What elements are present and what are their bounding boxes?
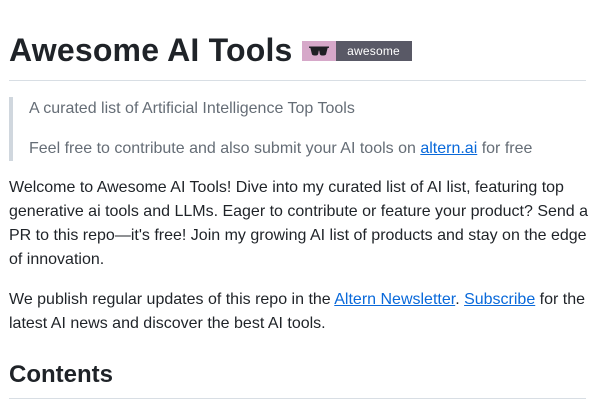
welcome-paragraph: Welcome to Awesome AI Tools! Dive into m… [9, 179, 589, 268]
subscribe-link[interactable]: Subscribe [464, 291, 535, 308]
quote-line-2-suffix: for free [477, 140, 533, 157]
quote-line-1: A curated list of Artificial Intelligenc… [29, 100, 355, 117]
intro-blockquote: A curated list of Artificial Intelligenc… [9, 97, 586, 161]
contents-divider [9, 398, 586, 399]
updates-text: We publish regular updates of this repo … [9, 291, 335, 308]
contents-heading: Contents [9, 361, 113, 388]
title-row: Awesome AI Tools awesome [9, 27, 412, 73]
altern-newsletter-link[interactable]: Altern Newsletter [334, 291, 455, 308]
awesome-badge[interactable]: awesome [301, 41, 412, 61]
badge-label: awesome [335, 41, 412, 61]
page-title: Awesome AI Tools [9, 32, 293, 68]
updates-paragraph: We publish regular updates of this repo … [9, 288, 589, 336]
sunglasses-icon [301, 41, 336, 61]
title-divider [9, 80, 586, 81]
quote-line-2-text: Feel free to contribute and also submit … [29, 140, 421, 157]
quote-line-2: Feel free to contribute and also submit … [29, 137, 586, 161]
altern-ai-link[interactable]: altern.ai [420, 140, 477, 157]
updates-separator: . [455, 291, 465, 308]
readme-page: Awesome AI Tools awesome A curated list … [0, 0, 594, 405]
